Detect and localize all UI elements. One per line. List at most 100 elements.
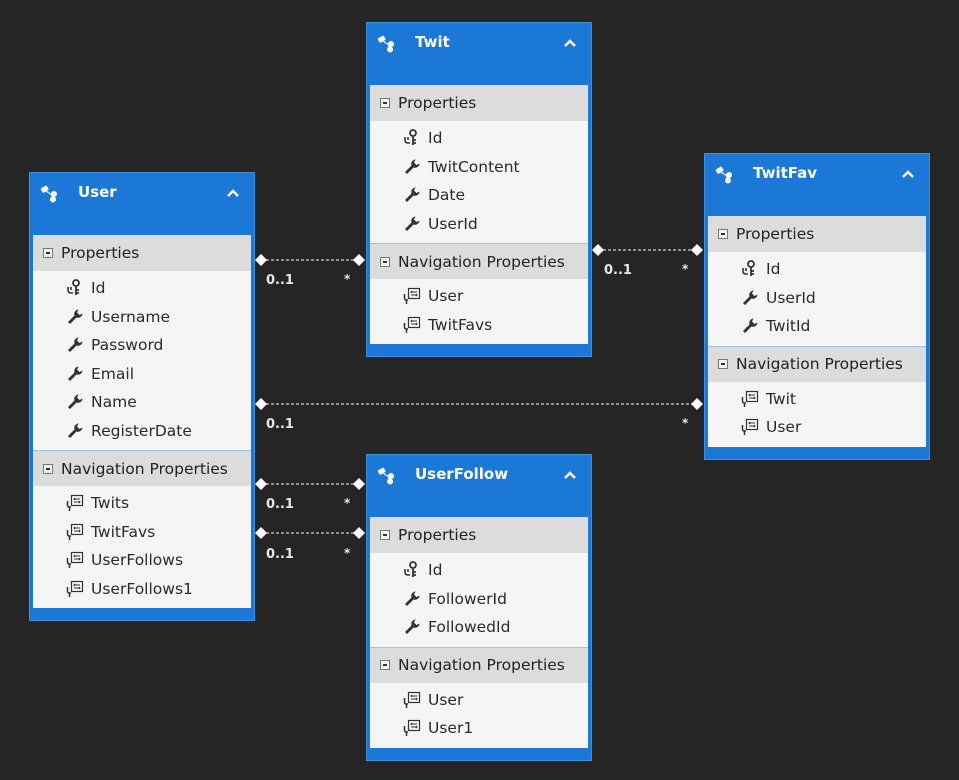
navigation-section-header[interactable]: Navigation Properties (33, 450, 251, 486)
association-twit-twitfav[interactable] (592, 244, 703, 256)
property-item[interactable]: UserId (370, 210, 588, 239)
collapse-section-icon[interactable] (718, 229, 728, 239)
multiplicity-label: 0..1 (266, 547, 294, 562)
entity-user[interactable]: User Properties Id Username Password Email N… (29, 172, 255, 621)
navigation-property-icon (66, 494, 84, 512)
chevron-up-icon[interactable] (561, 34, 579, 52)
collapse-section-icon[interactable] (43, 248, 53, 258)
item-label: UserFollows1 (91, 579, 193, 598)
entity-twitfav[interactable]: TwitFav Properties Id UserId TwitId Naviga… (704, 153, 930, 460)
property-item[interactable]: TwitId (708, 312, 926, 341)
property-item[interactable]: Password (33, 331, 251, 360)
entity-body: Properties Id UserId TwitId Navigation Pro… (708, 216, 926, 447)
property-item[interactable]: RegisterDate (33, 417, 251, 446)
entity-userfollow[interactable]: UserFollow Properties Id FollowerId Follow… (366, 454, 592, 761)
property-item[interactable]: FollowerId (370, 585, 588, 614)
property-item[interactable]: Username (33, 303, 251, 332)
item-label: Password (91, 336, 164, 355)
item-label: Id (91, 279, 106, 298)
entity-header[interactable]: UserFollow (367, 455, 591, 517)
properties-section-header[interactable]: Properties (708, 216, 926, 252)
association-user-twit[interactable] (255, 254, 365, 266)
property-item[interactable]: Id (33, 274, 251, 303)
wrench-icon (741, 317, 759, 335)
item-label: FollowedId (428, 618, 511, 637)
multiplicity-label: 0..1 (266, 497, 294, 512)
key-icon (403, 129, 421, 147)
properties-section-header[interactable]: Properties (33, 235, 251, 271)
property-item[interactable]: UserId (708, 284, 926, 313)
navigation-property-item[interactable]: TwitFavs (33, 518, 251, 547)
collapse-section-icon[interactable] (380, 98, 390, 108)
navigation-property-item[interactable]: Twits (33, 489, 251, 518)
item-label: UserId (766, 288, 816, 307)
properties-section-header[interactable]: Properties (370, 517, 588, 553)
entity-twit[interactable]: Twit Properties Id TwitContent Date User Id … (366, 22, 592, 357)
collapse-section-icon[interactable] (43, 463, 53, 474)
collapse-section-icon[interactable] (380, 530, 390, 540)
navigation-property-icon (403, 691, 421, 709)
chevron-up-icon[interactable] (224, 184, 242, 202)
navigation-property-icon (66, 551, 84, 569)
association-end-diamond (691, 244, 703, 256)
entity-header[interactable]: User (30, 173, 254, 235)
item-label: User (428, 287, 464, 306)
collapse-section-icon[interactable] (380, 256, 390, 267)
navigation-property-item[interactable]: Twit (708, 385, 926, 414)
properties-list: Id UserId TwitId (708, 252, 926, 346)
multiplicity-label: * (682, 416, 689, 430)
collapse-section-icon[interactable] (380, 660, 390, 670)
entity-header[interactable]: Twit (367, 23, 591, 85)
entity-footer (367, 344, 591, 356)
properties-list: Id TwitContent Date UserId (370, 121, 588, 243)
wrench-icon (403, 590, 421, 608)
property-item[interactable]: TwitContent (370, 153, 588, 182)
association-user-twitfav[interactable] (255, 398, 703, 410)
property-item[interactable]: Id (370, 124, 588, 153)
entity-footer (30, 608, 254, 620)
navigation-section-header[interactable]: Navigation Properties (370, 646, 588, 683)
item-label: Id (428, 129, 443, 148)
section-label: Properties (398, 526, 477, 544)
chevron-up-icon[interactable] (899, 165, 917, 183)
chevron-up-icon[interactable] (561, 466, 579, 484)
association-user-userfollow-2[interactable] (255, 527, 365, 539)
navigation-property-item[interactable]: User (708, 413, 926, 442)
association-user-userfollow-1[interactable] (255, 478, 365, 490)
item-label: Email (91, 364, 135, 383)
collapse-section-icon[interactable] (718, 359, 728, 369)
navigation-property-item[interactable]: User1 (370, 714, 588, 743)
navigation-property-item[interactable]: User (370, 282, 588, 311)
entity-title: TwitFav (753, 164, 818, 182)
property-item[interactable]: Name (33, 388, 251, 417)
navigation-property-item[interactable]: TwitFavs (370, 311, 588, 340)
property-item[interactable]: Date (370, 181, 588, 210)
wrench-icon (403, 215, 421, 233)
navigation-property-icon (403, 719, 421, 737)
wrench-icon (741, 289, 759, 307)
properties-section-header[interactable]: Properties (370, 85, 588, 121)
navigation-section-header[interactable]: Navigation Properties (708, 345, 926, 382)
key-icon (741, 260, 759, 278)
entity-title: User (78, 183, 117, 201)
multiplicity-label: * (682, 262, 689, 276)
navigation-property-item[interactable]: User (370, 686, 588, 715)
property-item[interactable]: Id (708, 255, 926, 284)
multiplicity-label: 0..1 (604, 263, 632, 278)
item-label: TwitId (766, 317, 811, 336)
entity-icon (40, 185, 62, 203)
association-end-diamond (255, 254, 267, 266)
property-item[interactable]: FollowedId (370, 613, 588, 642)
property-item[interactable]: Email (33, 360, 251, 389)
item-label: TwitFavs (91, 522, 156, 541)
navigation-properties-list: Twits TwitFavs UserFollows UserFollows1 (33, 486, 251, 608)
entity-header[interactable]: TwitFav (705, 154, 929, 216)
item-label: TwitContent (428, 157, 520, 176)
wrench-icon (66, 422, 84, 440)
item-label: Name (91, 393, 137, 412)
property-item[interactable]: Id (370, 556, 588, 585)
navigation-properties-list: Twit User (708, 382, 926, 447)
navigation-property-item[interactable]: UserFollows1 (33, 575, 251, 604)
navigation-property-item[interactable]: UserFollows (33, 546, 251, 575)
navigation-section-header[interactable]: Navigation Properties (370, 243, 588, 279)
